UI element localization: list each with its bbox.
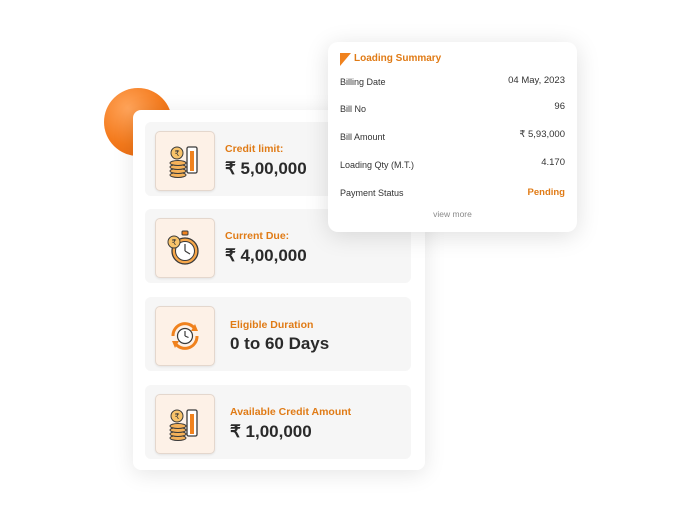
svg-text:₹: ₹ — [171, 238, 176, 247]
billing-date-value: 04 May, 2023 — [508, 75, 565, 86]
available-credit-value: ₹ 1,00,000 — [230, 422, 312, 441]
summary-title: Loading Summary — [354, 53, 442, 64]
credit-limit-label: Credit limit: — [225, 143, 284, 155]
loading-qty-value: 4.170 — [541, 157, 565, 168]
bill-no-label: Bill No — [340, 104, 367, 114]
available-credit-label: Available Credit Amount — [230, 406, 352, 418]
payment-status-badge: Pending — [527, 187, 565, 198]
svg-text:₹: ₹ — [174, 149, 179, 158]
svg-text:₹: ₹ — [174, 412, 179, 421]
flag-icon — [340, 53, 351, 66]
bill-no-value: 96 — [554, 101, 565, 112]
eligible-duration-tile: Eligible Duration 0 to 60 Days — [145, 297, 411, 371]
eligible-duration-value: 0 to 60 Days — [230, 334, 330, 353]
cash-card-icon: ₹ — [155, 131, 215, 191]
bill-amount-label: Bill Amount — [340, 132, 386, 142]
cash-card-icon: ₹ — [155, 394, 215, 454]
clock-cycle-icon — [155, 306, 215, 366]
payment-status-label: Payment Status — [340, 188, 404, 198]
eligible-duration-label: Eligible Duration — [230, 319, 314, 331]
available-credit-tile: ₹ Available Credit Amount ₹ 1,00,000 — [145, 385, 411, 459]
view-more-link[interactable]: view more — [328, 209, 577, 219]
bill-amount-value: ₹ 5,93,000 — [519, 129, 565, 140]
billing-date-label: Billing Date — [340, 77, 386, 87]
loading-qty-label: Loading Qty (M.T.) — [340, 160, 415, 170]
credit-limit-value: ₹ 5,00,000 — [225, 159, 307, 178]
current-due-value: ₹ 4,00,000 — [225, 246, 307, 265]
rupee-stopwatch-icon: ₹ — [155, 218, 215, 278]
loading-summary-card: Loading Summary Billing Date 04 May, 202… — [328, 42, 577, 232]
current-due-label: Current Due: — [225, 230, 290, 242]
